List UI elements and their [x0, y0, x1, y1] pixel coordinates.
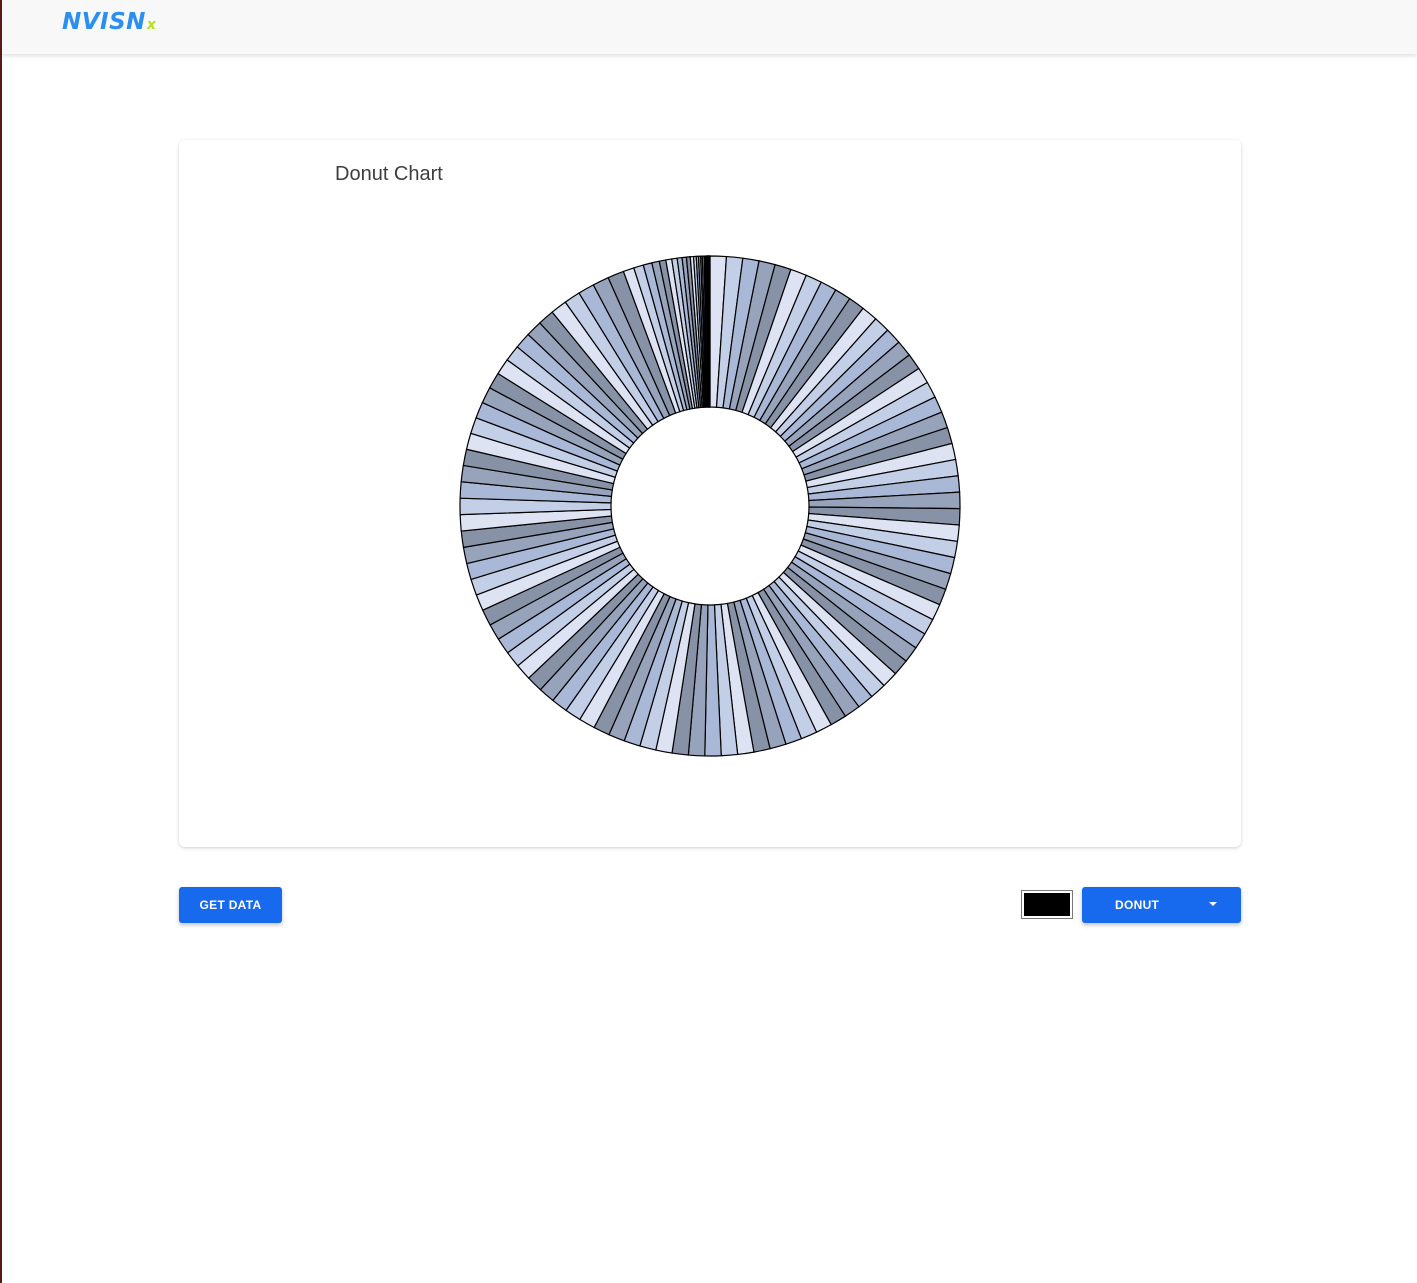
donut-chart	[459, 255, 961, 757]
chart-card: Donut Chart	[179, 140, 1241, 847]
chart-type-dropdown[interactable]: DONUT	[1082, 887, 1241, 923]
donut-slice[interactable]	[708, 255, 711, 408]
get-data-button[interactable]: GET DATA	[179, 887, 282, 923]
caret-down-icon	[1209, 902, 1217, 906]
logo-suffix: x	[146, 17, 157, 33]
nvisn-logo[interactable]: NVISNx	[62, 9, 156, 35]
chart-type-label: DONUT	[1115, 898, 1160, 912]
app-bar: NVISNx	[2, 0, 1417, 54]
color-picker-swatch[interactable]	[1021, 890, 1073, 919]
window-edge	[0, 0, 2, 1283]
logo-text: NVISN	[62, 9, 146, 35]
